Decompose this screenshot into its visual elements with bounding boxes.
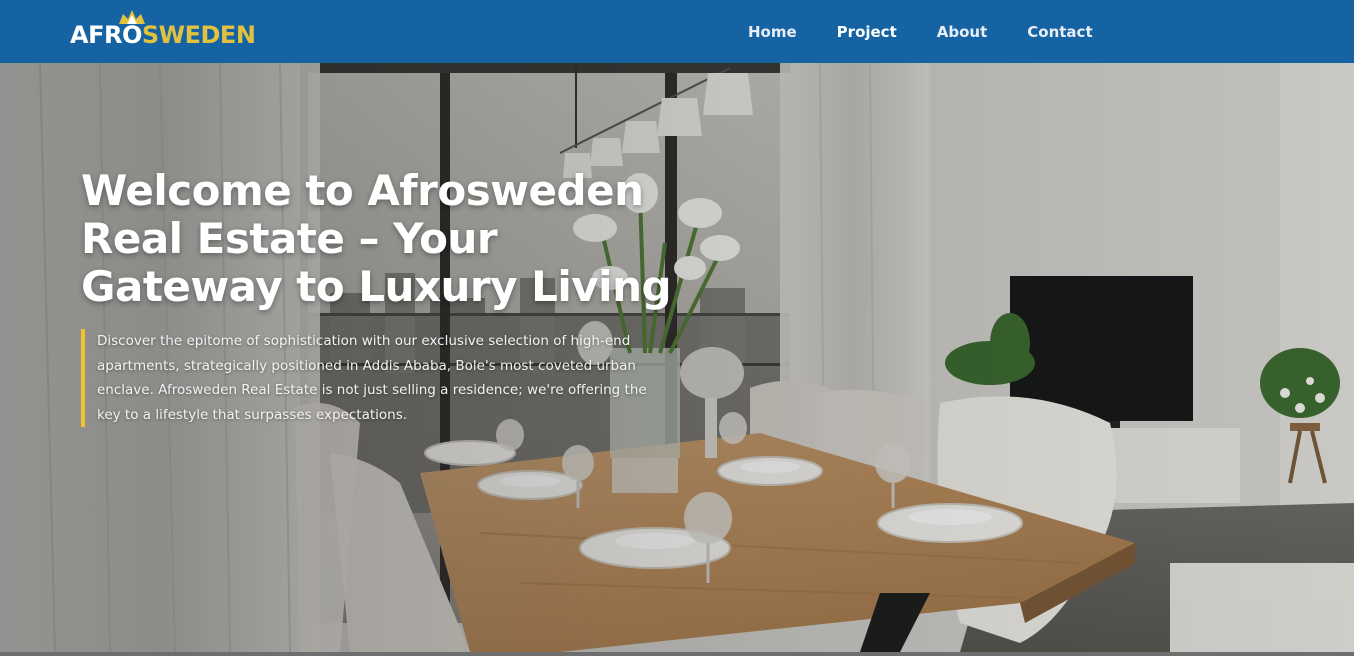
main-nav: Home Project About Contact [728,0,1113,63]
site-header: AFROSWEDEN Home Project About Contact [0,0,1354,63]
nav-project[interactable]: Project [817,23,917,41]
logo-sweden: SWEDEN [141,21,256,49]
nav-about[interactable]: About [917,23,1008,41]
bottom-edge [0,652,1354,656]
nav-contact[interactable]: Contact [1007,23,1112,41]
nav-home[interactable]: Home [728,23,817,41]
hero-title: Welcome to Afrosweden Real Estate – Your… [81,166,672,311]
hero-section: Welcome to Afrosweden Real Estate – Your… [0,63,1354,652]
logo-wordmark: AFROSWEDEN [70,21,256,49]
page: AFROSWEDEN Home Project About Contact We… [0,0,1354,656]
hero-description: Discover the epitome of sophistication w… [81,329,672,427]
hero-content: Welcome to Afrosweden Real Estate – Your… [81,167,721,441]
brand-logo[interactable]: AFROSWEDEN [70,10,270,52]
logo-afro: AFRO [70,21,142,49]
